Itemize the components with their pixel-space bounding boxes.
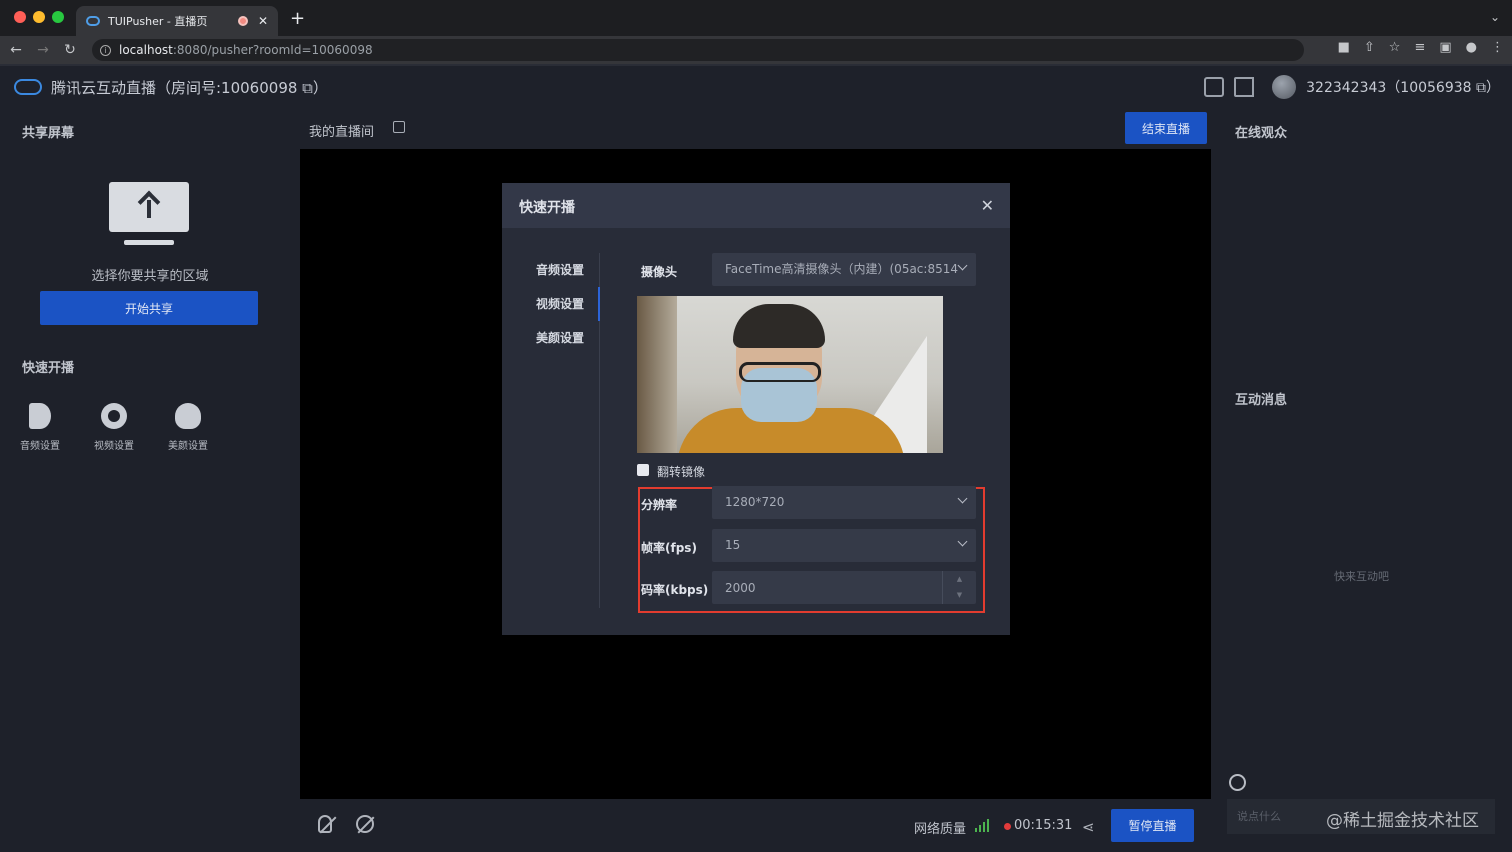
- beauty-settings-item[interactable]: 美颜设置: [164, 403, 212, 452]
- reading-list-icon[interactable]: ≡: [1414, 40, 1425, 55]
- network-quality-label: 网络质量: [914, 822, 967, 837]
- bitrate-stepper[interactable]: ▲ ▼: [942, 571, 976, 604]
- screen-stand-icon: [124, 240, 174, 245]
- menu-kebab-icon[interactable]: ⋮: [1491, 40, 1504, 55]
- stream-controls: 网络质量 00:15:31 ⋖ 暂停直播: [300, 799, 1211, 852]
- camera-preview: [637, 296, 943, 453]
- new-tab-button[interactable]: +: [290, 8, 305, 29]
- share-icon[interactable]: ⋖: [1082, 818, 1095, 836]
- fps-value: 15: [725, 538, 741, 552]
- stream-header: 我的直播间 结束直播: [300, 107, 1211, 149]
- mic-muted-icon[interactable]: [318, 815, 337, 834]
- browser-tab[interactable]: TUIPusher - 直播页 ✕: [76, 6, 278, 36]
- dialog-nav: 音频设置 视频设置 美颜设置: [502, 253, 600, 608]
- audio-settings-label: 音频设置: [20, 441, 60, 452]
- chevron-down-icon: [957, 260, 968, 271]
- quick-start-dialog: 快速开播 ✕ 音频设置 视频设置 美颜设置 摄像头 FaceTime高清摄像头（…: [502, 183, 1010, 635]
- logout-icon[interactable]: [1234, 77, 1255, 97]
- room-title: 我的直播间: [309, 125, 375, 140]
- nav-audio-settings[interactable]: 音频设置: [502, 253, 599, 287]
- video-settings-item[interactable]: 视频设置: [90, 403, 138, 452]
- video-settings-label: 视频设置: [94, 441, 134, 452]
- toolbar-actions: ■ ⇧ ☆ ≡ ▣ ● ⋮: [1338, 40, 1504, 55]
- language-icon[interactable]: [1204, 77, 1225, 97]
- resolution-select[interactable]: 1280*720: [712, 486, 976, 519]
- side-panel-icon[interactable]: ▣: [1439, 40, 1451, 55]
- webcam-icon: [101, 403, 127, 429]
- camera-select[interactable]: FaceTime高清摄像头（内建）(05ac:8514: [712, 253, 976, 286]
- tab-search-icon[interactable]: ⌄: [1490, 10, 1500, 24]
- watermark: @稀土掘金技术社区: [1326, 811, 1479, 831]
- close-window-button[interactable]: [14, 11, 26, 23]
- recording-dot-icon: [1004, 823, 1011, 830]
- tencent-cloud-logo-icon: [14, 79, 42, 95]
- edit-icon[interactable]: [393, 121, 405, 133]
- url-path: :8080/pusher?roomId=10060098: [172, 43, 373, 57]
- avatar[interactable]: [1272, 75, 1297, 99]
- minimize-window-button[interactable]: [33, 11, 45, 23]
- pause-live-button[interactable]: 暂停直播: [1111, 809, 1194, 842]
- maximize-window-button[interactable]: [52, 11, 64, 23]
- tab-title: TUIPusher - 直播页: [108, 15, 208, 28]
- cloud-icon: [86, 16, 100, 26]
- dialog-title: 快速开播: [519, 200, 575, 216]
- chat-messages-title: 互动消息: [1235, 393, 1288, 408]
- upload-screen-icon[interactable]: [109, 182, 189, 232]
- app-title: 腾讯云互动直播（房间号:10060098 ⧉）: [51, 79, 328, 97]
- reload-icon[interactable]: ↻: [59, 42, 81, 58]
- address-bar[interactable]: i localhost:8080/pusher?roomId=10060098: [92, 39, 1304, 61]
- fps-select[interactable]: 15: [712, 529, 976, 562]
- start-share-button[interactable]: 开始共享: [40, 291, 258, 325]
- resolution-label: 分辨率: [641, 498, 678, 512]
- signal-strength-icon: [975, 819, 989, 832]
- nav-video-settings[interactable]: 视频设置: [502, 287, 600, 321]
- camera-in-use-icon[interactable]: ■: [1338, 40, 1350, 55]
- camera-off-icon[interactable]: [356, 815, 375, 834]
- online-audience-title: 在线观众: [1235, 126, 1288, 141]
- nav-beauty-settings[interactable]: 美颜设置: [502, 321, 599, 355]
- app-header: 腾讯云互动直播（房间号:10060098 ⧉） 322342343（100569…: [0, 64, 1512, 107]
- left-panel: 共享屏幕 选择你要共享的区域 开始共享 快速开播 音频设置 视频设置 美颜设置: [0, 107, 300, 852]
- back-icon[interactable]: ←: [5, 42, 27, 58]
- forward-icon[interactable]: →: [32, 42, 54, 58]
- user-id: 322342343（10056938 ⧉）: [1306, 80, 1500, 96]
- mirror-label: 翻转镜像: [657, 465, 706, 479]
- mirror-checkbox[interactable]: [637, 464, 649, 476]
- quick-start-title: 快速开播: [22, 361, 75, 376]
- share-page-icon[interactable]: ⇧: [1364, 40, 1375, 55]
- dialog-header: 快速开播 ✕: [502, 183, 1010, 228]
- emoji-icon[interactable]: [1229, 774, 1246, 791]
- chevron-down-icon: [957, 536, 968, 547]
- profile-icon[interactable]: ●: [1466, 40, 1477, 55]
- browser-toolbar: ← → ↻ i localhost:8080/pusher?roomId=100…: [0, 36, 1512, 64]
- bitrate-input[interactable]: [712, 571, 976, 604]
- close-dialog-icon[interactable]: ✕: [981, 196, 994, 215]
- camera-label: 摄像头: [641, 265, 678, 279]
- right-panel: 在线观众 互动消息 快来互动吧: [1211, 107, 1512, 852]
- site-info-icon[interactable]: i: [100, 44, 111, 56]
- chevron-down-icon: [957, 493, 968, 504]
- end-live-button[interactable]: 结束直播: [1125, 112, 1207, 144]
- recording-icon: [237, 16, 248, 26]
- share-hint: 选择你要共享的区域: [91, 269, 209, 284]
- fps-label: 帧率(fps): [641, 541, 697, 555]
- stepper-up-icon[interactable]: ▲: [943, 571, 976, 587]
- speaker-icon: [29, 403, 51, 429]
- live-timer: 00:15:31: [1014, 818, 1073, 833]
- bookmark-star-icon[interactable]: ☆: [1389, 40, 1401, 55]
- camera-value: FaceTime高清摄像头（内建）(05ac:8514: [725, 262, 958, 276]
- audio-settings-item[interactable]: 音频设置: [16, 403, 64, 452]
- bitrate-label: 码率(kbps): [641, 583, 709, 597]
- face-icon: [175, 403, 201, 429]
- stepper-down-icon[interactable]: ▼: [943, 587, 976, 603]
- url-host: localhost: [119, 43, 173, 57]
- browser-tab-bar: TUIPusher - 直播页 ✕ + ⌄: [0, 0, 1512, 36]
- resolution-value: 1280*720: [725, 495, 785, 509]
- header-user-area: 322342343（10056938 ⧉）: [1204, 75, 1500, 99]
- beauty-settings-label: 美颜设置: [168, 441, 208, 452]
- close-tab-icon[interactable]: ✕: [258, 14, 268, 28]
- empty-chat-hint: 快来互动吧: [1334, 570, 1389, 583]
- share-screen-title: 共享屏幕: [22, 126, 75, 141]
- quick-settings: 音频设置 视频设置 美颜设置: [16, 403, 212, 452]
